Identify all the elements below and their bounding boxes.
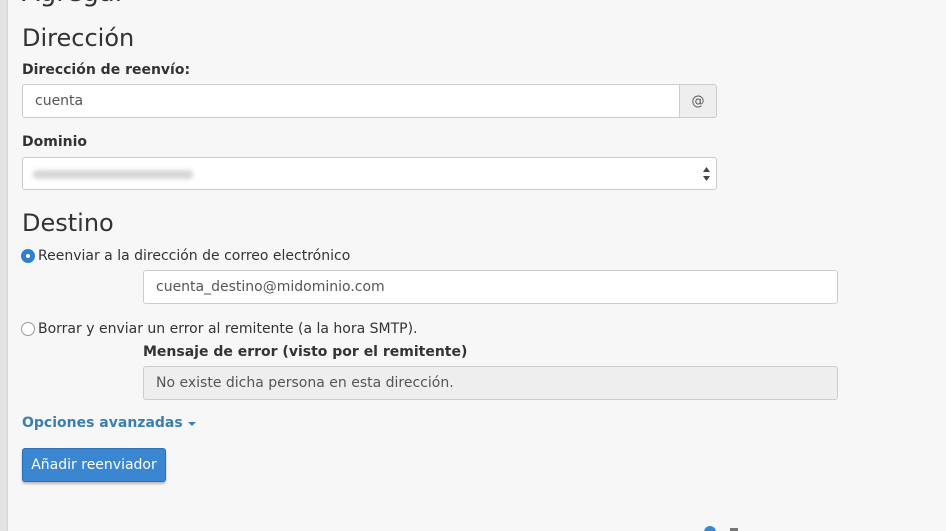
forward-address-group: @	[22, 84, 717, 118]
at-symbol-addon: @	[679, 84, 717, 118]
caret-down-icon	[187, 422, 196, 426]
forward-to-email-radio[interactable]	[21, 249, 35, 263]
domain-selected-value-redacted	[33, 170, 193, 179]
error-message-label: Mensaje de error (visto por el remitente…	[143, 344, 468, 360]
forward-address-label: Dirección de reenvío:	[22, 62, 191, 78]
advanced-options-link[interactable]: Opciones avanzadas	[22, 415, 196, 431]
error-message-input[interactable]	[143, 366, 838, 400]
add-forwarder-button[interactable]: Añadir reenviador	[22, 448, 166, 482]
section-title-address: Dirección	[22, 24, 135, 52]
forward-to-email-option[interactable]: Reenviar a la dirección de correo electr…	[21, 248, 350, 264]
discard-with-error-option[interactable]: Borrar y enviar un error al remitente (a…	[21, 321, 417, 337]
page-heading-cropped: Agregar	[22, 0, 126, 8]
advanced-options-label: Opciones avanzadas	[22, 415, 183, 431]
forward-address-input[interactable]	[22, 84, 679, 118]
help-icon[interactable]	[704, 526, 716, 531]
forward-to-email-label: Reenviar a la dirección de correo electr…	[38, 248, 351, 264]
section-title-destination: Destino	[22, 209, 114, 237]
select-arrows-icon	[703, 167, 710, 181]
domain-label: Dominio	[22, 134, 88, 150]
left-border	[0, 0, 8, 531]
destination-email-input[interactable]	[143, 270, 838, 304]
discard-with-error-radio[interactable]	[21, 322, 35, 336]
discard-with-error-label: Borrar y enviar un error al remitente (a…	[38, 321, 418, 337]
domain-select[interactable]	[22, 157, 717, 190]
